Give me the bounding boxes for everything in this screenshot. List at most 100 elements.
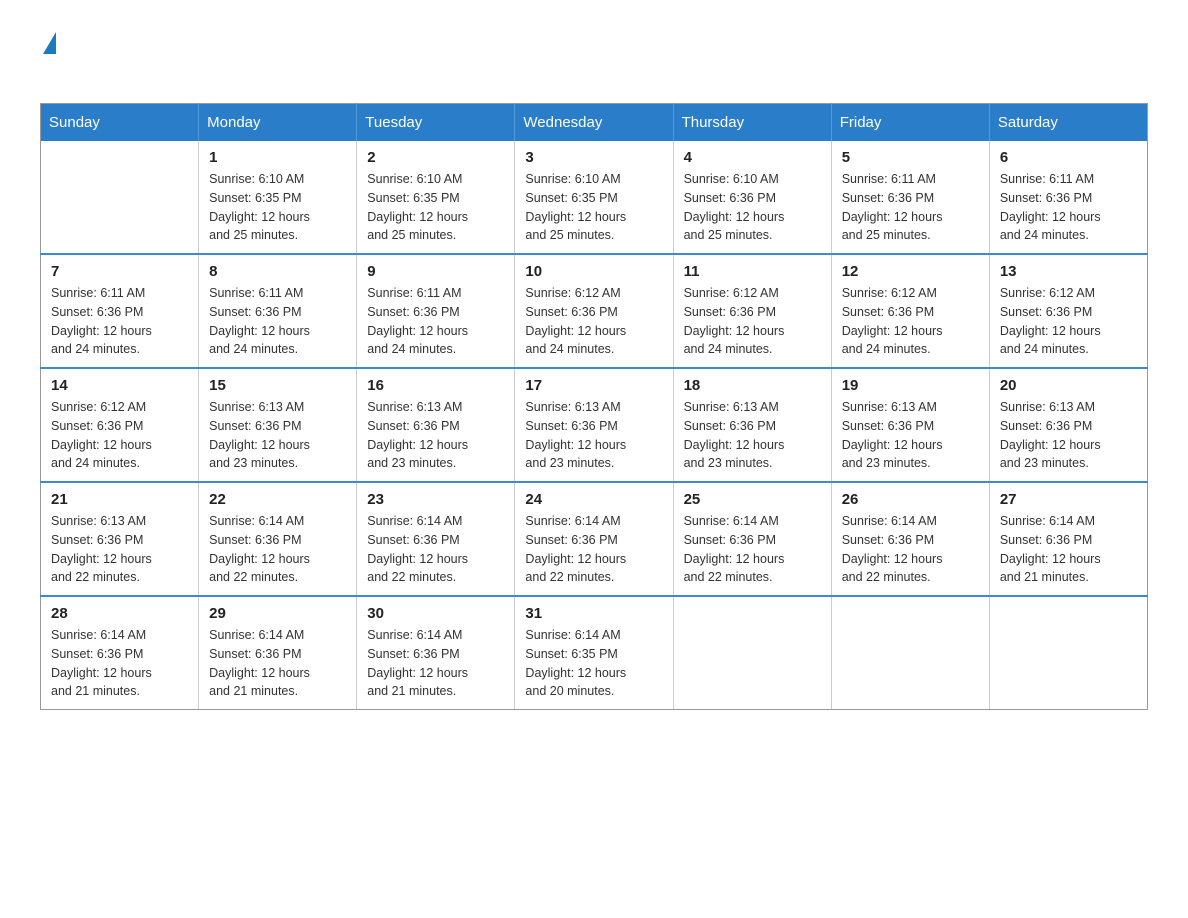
calendar-cell: 29 Sunrise: 6:14 AM Sunset: 6:36 PM Dayli… <box>199 596 357 710</box>
calendar-week-row: 21 Sunrise: 6:13 AM Sunset: 6:36 PM Dayli… <box>41 482 1148 596</box>
calendar-cell: 28 Sunrise: 6:14 AM Sunset: 6:36 PM Dayli… <box>41 596 199 710</box>
day-number: 4 <box>684 149 821 166</box>
day-number: 1 <box>209 149 346 166</box>
calendar-cell: 15Sunrise: 6:13 AM Sunset: 6:36 PM Dayli… <box>199 368 357 482</box>
day-info: Sunrise: 6:14 AM Sunset: 6:36 PM Dayligh… <box>684 512 821 587</box>
calendar-cell: 4 Sunrise: 6:10 AM Sunset: 6:36 PM Daylig… <box>673 141 831 254</box>
day-info: Sunrise: 6:12 AM Sunset: 6:36 PM Dayligh… <box>51 398 188 473</box>
day-header-tuesday: Tuesday <box>357 104 515 142</box>
day-header-thursday: Thursday <box>673 104 831 142</box>
day-header-friday: Friday <box>831 104 989 142</box>
calendar-cell: 9 Sunrise: 6:11 AM Sunset: 6:36 PM Daylig… <box>357 254 515 368</box>
day-info: Sunrise: 6:14 AM Sunset: 6:35 PM Dayligh… <box>525 626 662 701</box>
day-number: 2 <box>367 149 504 166</box>
day-number: 31 <box>525 605 662 622</box>
calendar-cell: 8Sunrise: 6:11 AM Sunset: 6:36 PM Daylig… <box>199 254 357 368</box>
day-number: 27 <box>1000 491 1137 508</box>
day-number: 23 <box>367 491 504 508</box>
day-number: 12 <box>842 263 979 280</box>
calendar-cell: 17 Sunrise: 6:13 AM Sunset: 6:36 PM Dayli… <box>515 368 673 482</box>
day-number: 28 <box>51 605 188 622</box>
day-info: Sunrise: 6:14 AM Sunset: 6:36 PM Dayligh… <box>209 512 346 587</box>
day-number: 9 <box>367 263 504 280</box>
calendar-table: SundayMondayTuesdayWednesdayThursdayFrid… <box>40 103 1148 710</box>
day-number: 8 <box>209 263 346 280</box>
calendar-cell: 19 Sunrise: 6:13 AM Sunset: 6:36 PM Dayli… <box>831 368 989 482</box>
day-number: 19 <box>842 377 979 394</box>
calendar-cell <box>673 596 831 710</box>
day-header-saturday: Saturday <box>989 104 1147 142</box>
day-info: Sunrise: 6:13 AM Sunset: 6:36 PM Dayligh… <box>1000 398 1137 473</box>
calendar-cell: 14 Sunrise: 6:12 AM Sunset: 6:36 PM Dayli… <box>41 368 199 482</box>
calendar-week-row: 14 Sunrise: 6:12 AM Sunset: 6:36 PM Dayli… <box>41 368 1148 482</box>
day-number: 21 <box>51 491 188 508</box>
calendar-cell: 3 Sunrise: 6:10 AM Sunset: 6:35 PM Daylig… <box>515 141 673 254</box>
calendar-cell: 2Sunrise: 6:10 AM Sunset: 6:35 PM Daylig… <box>357 141 515 254</box>
calendar-cell: 13Sunrise: 6:12 AM Sunset: 6:36 PM Dayli… <box>989 254 1147 368</box>
day-info: Sunrise: 6:14 AM Sunset: 6:36 PM Dayligh… <box>842 512 979 587</box>
calendar-week-row: 1 Sunrise: 6:10 AM Sunset: 6:35 PM Daylig… <box>41 141 1148 254</box>
day-info: Sunrise: 6:11 AM Sunset: 6:36 PM Dayligh… <box>1000 170 1137 245</box>
day-info: Sunrise: 6:11 AM Sunset: 6:36 PM Dayligh… <box>51 284 188 359</box>
day-number: 26 <box>842 491 979 508</box>
day-info: Sunrise: 6:11 AM Sunset: 6:36 PM Dayligh… <box>367 284 504 359</box>
calendar-cell: 30 Sunrise: 6:14 AM Sunset: 6:36 PM Dayli… <box>357 596 515 710</box>
calendar-cell: 22 Sunrise: 6:14 AM Sunset: 6:36 PM Dayli… <box>199 482 357 596</box>
day-number: 25 <box>684 491 821 508</box>
calendar-cell <box>41 141 199 254</box>
day-number: 30 <box>367 605 504 622</box>
day-number: 3 <box>525 149 662 166</box>
logo-triangle-icon <box>43 32 56 54</box>
day-number: 22 <box>209 491 346 508</box>
day-number: 16 <box>367 377 504 394</box>
day-number: 17 <box>525 377 662 394</box>
calendar-cell: 6 Sunrise: 6:11 AM Sunset: 6:36 PM Daylig… <box>989 141 1147 254</box>
calendar-cell <box>831 596 989 710</box>
day-info: Sunrise: 6:14 AM Sunset: 6:36 PM Dayligh… <box>367 626 504 701</box>
day-info: Sunrise: 6:14 AM Sunset: 6:36 PM Dayligh… <box>51 626 188 701</box>
day-info: Sunrise: 6:13 AM Sunset: 6:36 PM Dayligh… <box>842 398 979 473</box>
calendar-cell: 1Sunrise: 6:10 AM Sunset: 6:35 PM Daylig… <box>199 141 357 254</box>
day-header-monday: Monday <box>199 104 357 142</box>
page-header <box>40 30 1148 83</box>
day-info: Sunrise: 6:14 AM Sunset: 6:36 PM Dayligh… <box>209 626 346 701</box>
day-info: Sunrise: 6:14 AM Sunset: 6:36 PM Dayligh… <box>525 512 662 587</box>
day-info: Sunrise: 6:10 AM Sunset: 6:36 PM Dayligh… <box>684 170 821 245</box>
day-number: 11 <box>684 263 821 280</box>
day-info: Sunrise: 6:11 AM Sunset: 6:36 PM Dayligh… <box>842 170 979 245</box>
logo <box>40 30 56 83</box>
day-header-sunday: Sunday <box>41 104 199 142</box>
day-number: 18 <box>684 377 821 394</box>
calendar-cell: 11 Sunrise: 6:12 AM Sunset: 6:36 PM Dayli… <box>673 254 831 368</box>
day-number: 6 <box>1000 149 1137 166</box>
calendar-week-row: 7Sunrise: 6:11 AM Sunset: 6:36 PM Daylig… <box>41 254 1148 368</box>
calendar-cell: 12Sunrise: 6:12 AM Sunset: 6:36 PM Dayli… <box>831 254 989 368</box>
calendar-cell <box>989 596 1147 710</box>
day-number: 24 <box>525 491 662 508</box>
calendar-cell: 7Sunrise: 6:11 AM Sunset: 6:36 PM Daylig… <box>41 254 199 368</box>
calendar-cell: 16 Sunrise: 6:13 AM Sunset: 6:36 PM Dayli… <box>357 368 515 482</box>
day-number: 15 <box>209 377 346 394</box>
day-number: 29 <box>209 605 346 622</box>
calendar-cell: 10Sunrise: 6:12 AM Sunset: 6:36 PM Dayli… <box>515 254 673 368</box>
day-info: Sunrise: 6:13 AM Sunset: 6:36 PM Dayligh… <box>684 398 821 473</box>
calendar-week-row: 28 Sunrise: 6:14 AM Sunset: 6:36 PM Dayli… <box>41 596 1148 710</box>
day-info: Sunrise: 6:13 AM Sunset: 6:36 PM Dayligh… <box>525 398 662 473</box>
day-info: Sunrise: 6:12 AM Sunset: 6:36 PM Dayligh… <box>525 284 662 359</box>
calendar-cell: 25 Sunrise: 6:14 AM Sunset: 6:36 PM Dayli… <box>673 482 831 596</box>
calendar-cell: 27Sunrise: 6:14 AM Sunset: 6:36 PM Dayli… <box>989 482 1147 596</box>
day-info: Sunrise: 6:12 AM Sunset: 6:36 PM Dayligh… <box>684 284 821 359</box>
calendar-header-row: SundayMondayTuesdayWednesdayThursdayFrid… <box>41 104 1148 142</box>
calendar-cell: 21 Sunrise: 6:13 AM Sunset: 6:36 PM Dayli… <box>41 482 199 596</box>
day-info: Sunrise: 6:13 AM Sunset: 6:36 PM Dayligh… <box>51 512 188 587</box>
day-number: 20 <box>1000 377 1137 394</box>
calendar-cell: 26 Sunrise: 6:14 AM Sunset: 6:36 PM Dayli… <box>831 482 989 596</box>
day-number: 5 <box>842 149 979 166</box>
calendar-cell: 31 Sunrise: 6:14 AM Sunset: 6:35 PM Dayli… <box>515 596 673 710</box>
day-number: 14 <box>51 377 188 394</box>
day-info: Sunrise: 6:13 AM Sunset: 6:36 PM Dayligh… <box>367 398 504 473</box>
day-info: Sunrise: 6:12 AM Sunset: 6:36 PM Dayligh… <box>1000 284 1137 359</box>
calendar-cell: 18 Sunrise: 6:13 AM Sunset: 6:36 PM Dayli… <box>673 368 831 482</box>
calendar-cell: 23Sunrise: 6:14 AM Sunset: 6:36 PM Dayli… <box>357 482 515 596</box>
day-info: Sunrise: 6:10 AM Sunset: 6:35 PM Dayligh… <box>525 170 662 245</box>
